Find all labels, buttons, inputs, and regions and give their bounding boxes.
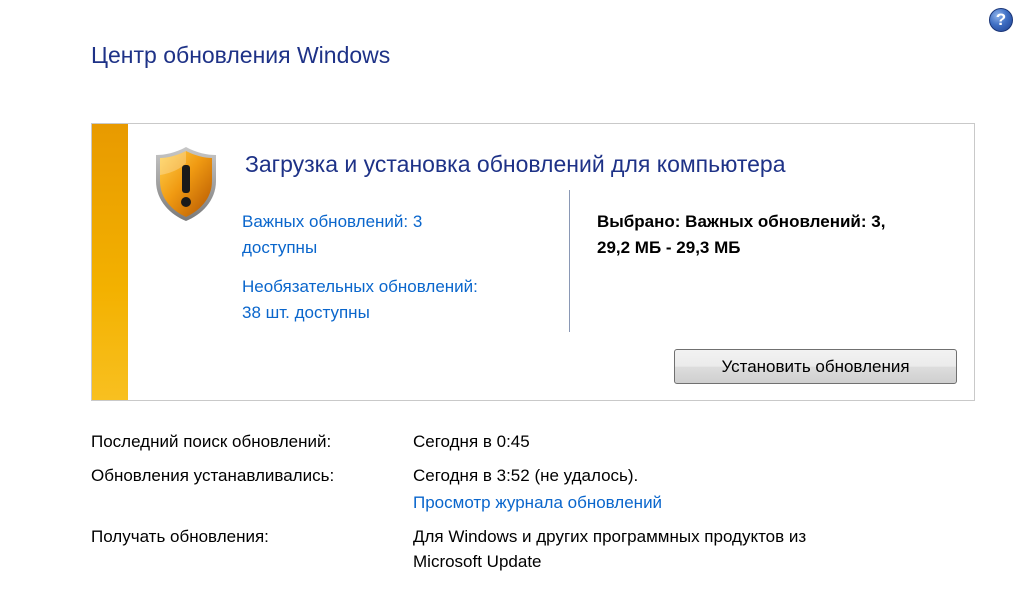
important-updates-line1[interactable]: Важных обновлений: 3 — [242, 212, 422, 231]
selected-line1: Выбрано: Важных обновлений: 3, — [597, 212, 886, 231]
receive-updates-value-line2: Microsoft Update — [413, 552, 542, 571]
installed-value: Сегодня в 3:52 (не удалось). — [413, 466, 639, 485]
warning-shield-icon — [156, 147, 216, 221]
optional-updates-line2[interactable]: 38 шт. доступны — [242, 303, 370, 322]
receive-updates-label: Получать обновления: — [91, 527, 269, 546]
installed-label: Обновления устанавливались: — [91, 466, 335, 485]
selected-updates-summary: Выбрано: Важных обновлений: 3, 29,2 МБ -… — [597, 209, 967, 261]
view-update-history-link[interactable]: Просмотр журнала обновлений — [413, 493, 662, 513]
vertical-divider — [569, 190, 570, 332]
install-updates-button[interactable]: Установить обновления — [674, 349, 957, 384]
important-updates-link[interactable]: Важных обновлений: 3 доступны — [242, 209, 502, 261]
last-check-label: Последний поиск обновлений: — [91, 432, 332, 451]
receive-updates-value-line1: Для Windows и других программных продукт… — [413, 527, 807, 546]
windows-update-page: ? Центр обновления Windows Загрузка и ус… — [0, 0, 1024, 616]
update-status-panel: Загрузка и установка обновлений для комп… — [91, 123, 975, 401]
page-title: Центр обновления Windows — [91, 42, 391, 68]
help-icon[interactable]: ? — [989, 8, 1013, 32]
optional-updates-link[interactable]: Необязательных обновлений: 38 шт. доступ… — [242, 274, 542, 326]
warning-accent-stripe — [92, 124, 128, 400]
important-updates-line2[interactable]: доступны — [242, 238, 317, 257]
last-check-value: Сегодня в 0:45 — [413, 432, 530, 451]
optional-updates-line1[interactable]: Необязательных обновлений: — [242, 277, 478, 296]
panel-heading: Загрузка и установка обновлений для комп… — [245, 151, 786, 177]
selected-line2: 29,2 МБ - 29,3 МБ — [597, 238, 741, 257]
